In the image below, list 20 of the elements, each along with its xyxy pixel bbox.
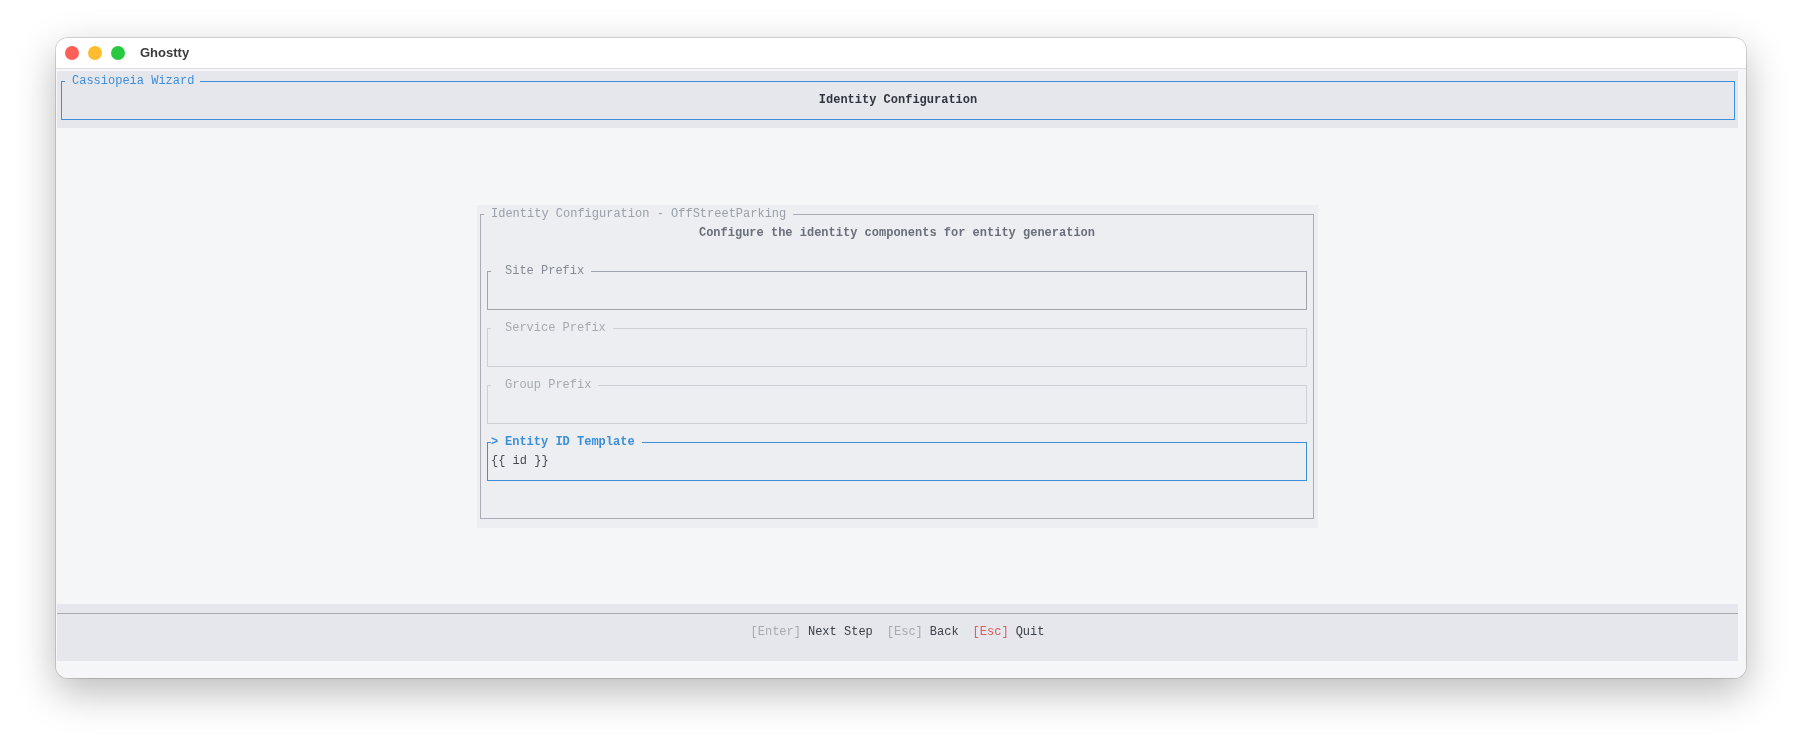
dialog-subtitle: Configure the identity components for entity generation [698,225,1096,240]
action-label: Quit [1015,624,1045,641]
field-label: Group Prefix [505,377,592,392]
focus-marker: > [491,434,499,449]
key-hint: [Enter] [750,624,801,641]
field-label: Site Prefix [505,263,585,278]
zoom-button[interactable] [111,46,125,60]
window-title: Ghostty [140,44,190,63]
key-hint: [Esc] [972,624,1009,641]
action-label: Next Step [807,624,873,641]
minimize-button[interactable] [88,46,102,60]
key-hint: [Esc] [886,624,923,641]
page-title: Identity Configuration [818,93,978,107]
field-label: Service Prefix [505,320,606,335]
dialog-title: Identity Configuration - OffStreetParking [491,206,787,221]
app-title: Cassiopeia Wizard [72,74,195,88]
action-label: Back [929,624,959,641]
field-label: Entity ID Template [505,434,635,449]
close-button[interactable] [65,46,79,60]
field-value: {{ id }} [491,453,549,468]
